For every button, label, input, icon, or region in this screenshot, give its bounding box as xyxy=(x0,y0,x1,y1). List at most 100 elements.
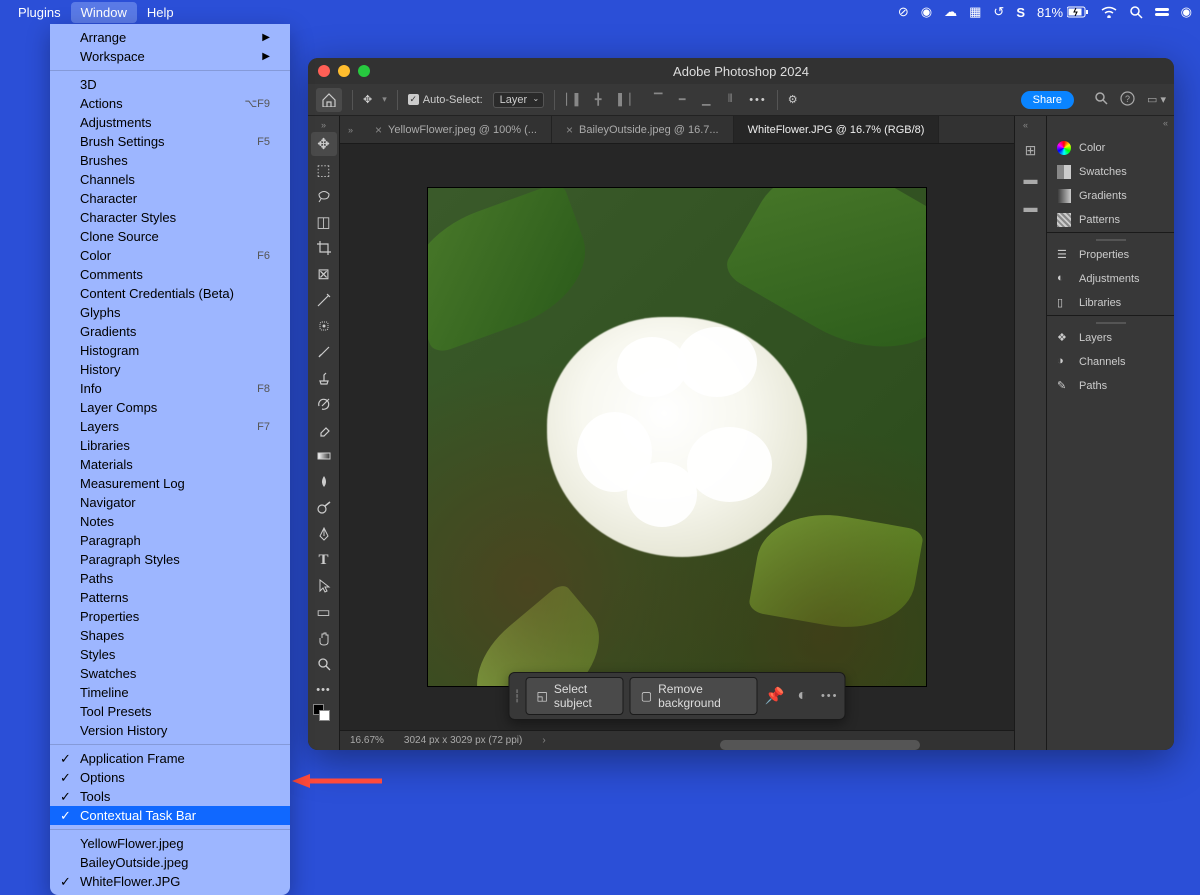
move-tool[interactable]: ✥ xyxy=(311,132,337,156)
menu-item-adjustments[interactable]: Adjustments xyxy=(50,113,290,132)
menu-item-doc-baileyoutside[interactable]: BaileyOutside.jpeg xyxy=(50,853,290,872)
menu-item-version-history[interactable]: Version History xyxy=(50,721,290,740)
time-machine-icon[interactable]: ↺ xyxy=(993,4,1004,20)
more-options-icon[interactable]: ••• xyxy=(749,94,767,106)
collapse-panels-icon[interactable]: « xyxy=(1157,116,1174,130)
menu-item-layers[interactable]: LayersF7 xyxy=(50,417,290,436)
menu-plugins[interactable]: Plugins xyxy=(8,2,71,23)
tab-baileyoutside[interactable]: ×BaileyOutside.jpeg @ 16.7... xyxy=(552,116,734,143)
window-titlebar[interactable]: Adobe Photoshop 2024 xyxy=(308,58,1174,84)
expand-tabs-icon[interactable]: » xyxy=(340,116,361,143)
eraser-tool[interactable] xyxy=(311,418,337,442)
panel-icon[interactable]: ▬ xyxy=(1024,199,1038,215)
app-icon[interactable]: S xyxy=(1016,5,1025,20)
menu-item-contextual-task-bar[interactable]: ✓Contextual Task Bar xyxy=(50,806,290,825)
panel-layers[interactable]: ❖Layers xyxy=(1047,326,1174,350)
tab-whiteflower[interactable]: WhiteFlower.JPG @ 16.7% (RGB/8) xyxy=(734,116,940,143)
workspace-switcher-icon[interactable]: ▭ ▾ xyxy=(1147,93,1166,106)
crop-tool[interactable] xyxy=(311,236,337,260)
move-tool-icon[interactable]: ✥ xyxy=(363,93,372,106)
menu-item-properties[interactable]: Properties xyxy=(50,607,290,626)
path-selection-tool[interactable] xyxy=(311,574,337,598)
horizontal-scrollbar[interactable] xyxy=(720,740,920,750)
drag-handle-icon[interactable]: ┇ xyxy=(514,686,520,706)
edit-toolbar[interactable]: ••• xyxy=(311,678,337,702)
menu-item-layer-comps[interactable]: Layer Comps xyxy=(50,398,290,417)
chevron-down-icon[interactable]: ▾ xyxy=(382,94,387,105)
menu-item-histogram[interactable]: Histogram xyxy=(50,341,290,360)
menu-item-brushes[interactable]: Brushes xyxy=(50,151,290,170)
menu-item-application-frame[interactable]: ✓Application Frame xyxy=(50,749,290,768)
gear-icon[interactable]: ⚙ xyxy=(788,93,798,106)
menu-item-measurement-log[interactable]: Measurement Log xyxy=(50,474,290,493)
contextual-task-bar[interactable]: ┇ ◱Select subject ▢Remove background 📌 ◐… xyxy=(509,672,846,720)
menu-item-3d[interactable]: 3D xyxy=(50,75,290,94)
menu-item-channels[interactable]: Channels xyxy=(50,170,290,189)
window-maximize-button[interactable] xyxy=(358,65,370,77)
menu-item-doc-whiteflower[interactable]: ✓WhiteFlower.JPG xyxy=(50,872,290,891)
zoom-level[interactable]: 16.67% xyxy=(350,735,384,746)
menu-item-patterns[interactable]: Patterns xyxy=(50,588,290,607)
panel-adjustments[interactable]: ◐Adjustments xyxy=(1047,267,1174,291)
foreground-background-colors[interactable] xyxy=(311,704,337,726)
pen-tool[interactable] xyxy=(311,522,337,546)
menu-item-navigator[interactable]: Navigator xyxy=(50,493,290,512)
menu-item-tools-toggle[interactable]: ✓Tools xyxy=(50,787,290,806)
align-bottom-icon[interactable]: ▁ xyxy=(697,91,715,109)
menu-item-timeline[interactable]: Timeline xyxy=(50,683,290,702)
canvas-area[interactable]: ┇ ◱Select subject ▢Remove background 📌 ◐… xyxy=(340,144,1014,730)
do-not-disturb-icon[interactable]: ⊘ xyxy=(898,4,909,20)
spot-healing-tool[interactable] xyxy=(311,314,337,338)
menu-item-actions[interactable]: Actions⌥F9 xyxy=(50,94,290,113)
object-selection-tool[interactable]: ◫ xyxy=(311,210,337,234)
status-chevron-icon[interactable]: › xyxy=(542,735,545,746)
menu-item-clone-source[interactable]: Clone Source xyxy=(50,227,290,246)
type-tool[interactable]: T xyxy=(311,548,337,572)
menu-window[interactable]: Window xyxy=(71,2,137,23)
spotlight-icon[interactable] xyxy=(1129,5,1143,19)
weather-icon[interactable]: ☁ xyxy=(944,4,957,20)
panel-paths[interactable]: ✎Paths xyxy=(1047,374,1174,398)
menu-item-character-styles[interactable]: Character Styles xyxy=(50,208,290,227)
creative-cloud-icon[interactable]: ◉ xyxy=(921,4,932,20)
search-icon[interactable] xyxy=(1094,91,1108,108)
panel-swatches[interactable]: Swatches xyxy=(1047,160,1174,184)
menu-item-color[interactable]: ColorF6 xyxy=(50,246,290,265)
distribute-icon[interactable]: ⫴ xyxy=(721,91,739,109)
menu-item-options[interactable]: ✓Options xyxy=(50,768,290,787)
menu-item-info[interactable]: InfoF8 xyxy=(50,379,290,398)
close-tab-icon[interactable]: × xyxy=(375,123,382,137)
menu-item-brush-settings[interactable]: Brush SettingsF5 xyxy=(50,132,290,151)
menu-item-paragraph-styles[interactable]: Paragraph Styles xyxy=(50,550,290,569)
home-button[interactable] xyxy=(316,88,342,112)
document-dimensions[interactable]: 3024 px x 3029 px (72 ppi) xyxy=(404,735,522,746)
menu-item-shapes[interactable]: Shapes xyxy=(50,626,290,645)
window-minimize-button[interactable] xyxy=(338,65,350,77)
panel-channels[interactable]: ◑Channels xyxy=(1047,350,1174,374)
menu-item-workspace[interactable]: Workspace▶ xyxy=(50,47,290,66)
layer-type-select[interactable]: Layer ⌄ xyxy=(493,92,545,108)
menu-item-gradients[interactable]: Gradients xyxy=(50,322,290,341)
menu-item-swatches[interactable]: Swatches xyxy=(50,664,290,683)
menu-item-content-credentials[interactable]: Content Credentials (Beta) xyxy=(50,284,290,303)
align-top-icon[interactable]: ▔ xyxy=(649,91,667,109)
siri-icon[interactable]: ◉ xyxy=(1181,4,1192,20)
menu-item-comments[interactable]: Comments xyxy=(50,265,290,284)
auto-select-checkbox[interactable]: ✓ xyxy=(408,94,419,105)
calculator-icon[interactable]: ▦ xyxy=(969,4,981,20)
dodge-tool[interactable] xyxy=(311,496,337,520)
menu-item-arrange[interactable]: Arrange▶ xyxy=(50,28,290,47)
panel-libraries[interactable]: ▯Libraries xyxy=(1047,291,1174,315)
menu-item-materials[interactable]: Materials xyxy=(50,455,290,474)
window-close-button[interactable] xyxy=(318,65,330,77)
blur-tool[interactable] xyxy=(311,470,337,494)
menu-item-glyphs[interactable]: Glyphs xyxy=(50,303,290,322)
transform-icon[interactable]: ◐ xyxy=(791,683,813,709)
rectangle-tool[interactable]: ▭ xyxy=(311,600,337,624)
frame-tool[interactable]: ⊠ xyxy=(311,262,337,286)
close-tab-icon[interactable]: × xyxy=(566,123,573,137)
menu-item-notes[interactable]: Notes xyxy=(50,512,290,531)
align-left-icon[interactable]: ▏▌ xyxy=(565,91,583,109)
brush-tool[interactable] xyxy=(311,340,337,364)
hand-tool[interactable] xyxy=(311,626,337,650)
